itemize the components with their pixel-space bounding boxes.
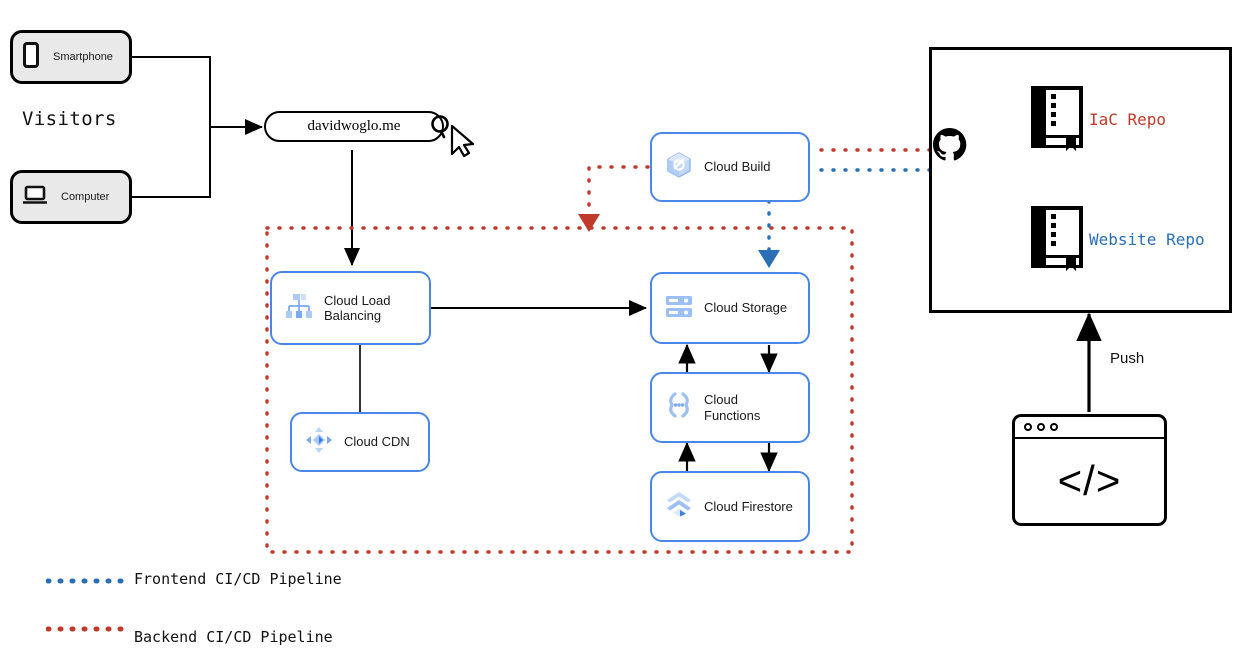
service-label: Cloud Functions [704, 392, 761, 423]
service-cloud-storage[interactable]: Cloud Storage [650, 272, 810, 344]
editor-title-bar [1015, 417, 1164, 439]
visitor-device-label: Computer [61, 191, 110, 203]
edge-visitors-to-url [132, 56, 263, 198]
code-editor-window[interactable]: </> [1012, 414, 1167, 526]
service-label: Cloud CDN [344, 434, 410, 450]
service-cloud-firestore[interactable]: Cloud Firestore [650, 471, 810, 542]
service-cloud-cdn[interactable]: Cloud CDN [290, 412, 430, 472]
service-cloud-load-balancing[interactable]: Cloud Load Balancing [270, 271, 431, 345]
functions-brackets-icon [664, 390, 694, 425]
backend-pipeline-arrowhead [578, 214, 600, 232]
service-label: Cloud Build [704, 159, 771, 175]
window-dot-icon [1024, 423, 1032, 431]
service-cloud-build[interactable]: Cloud Build [650, 132, 810, 202]
legend-label: Frontend CI/CD Pipeline [134, 570, 342, 588]
cdn-arrows-icon [304, 425, 334, 460]
service-label: Cloud Storage [704, 300, 788, 316]
github-container [929, 47, 1232, 313]
load-balancer-icon [284, 291, 314, 326]
smartphone-icon [23, 41, 39, 73]
frontend-pipeline-arrowhead [758, 250, 780, 268]
window-dot-icon [1050, 423, 1058, 431]
legend-label: Backend CI/CD Pipeline [134, 628, 333, 646]
visitor-device-computer[interactable]: Computer [10, 170, 132, 224]
service-label: Cloud Load Balancing [324, 293, 391, 324]
legend-item-frontend: Frontend CI/CD Pipeline [46, 570, 342, 588]
website-url-bar[interactable]: davidwoglo.me [264, 111, 444, 142]
visitor-device-smartphone[interactable]: Smartphone [10, 30, 132, 84]
service-label-line2: Balancing [324, 308, 382, 323]
service-cloud-functions[interactable]: Cloud Functions [650, 372, 810, 443]
code-glyph: </> [1057, 457, 1122, 504]
architecture-diagram-canvas: Smartphone Computer Visitors davidwoglo.… [0, 0, 1240, 659]
legend-swatch-frontend [46, 578, 124, 584]
service-label-line1: Cloud Load [324, 292, 391, 308]
storage-servers-icon [664, 291, 694, 326]
window-dot-icon [1037, 423, 1045, 431]
push-label: Push [1110, 350, 1145, 367]
legend-item-backend: Backend CI/CD Pipeline [46, 622, 333, 646]
cloud-build-cube-icon [664, 150, 694, 185]
url-text: davidwoglo.me [307, 118, 401, 134]
editor-content: </> [1015, 439, 1164, 523]
repo-label-iac: IaC Repo [1089, 110, 1167, 129]
firestore-chevrons-icon [664, 489, 694, 524]
computer-icon [22, 185, 48, 210]
legend-swatch-backend [46, 626, 124, 632]
repo-label-website: Website Repo [1089, 230, 1205, 249]
mouse-cursor-icon [450, 124, 475, 158]
service-label: Cloud Firestore [704, 498, 793, 514]
visitors-title: Visitors [22, 108, 117, 130]
visitor-device-label: Smartphone [53, 51, 113, 63]
